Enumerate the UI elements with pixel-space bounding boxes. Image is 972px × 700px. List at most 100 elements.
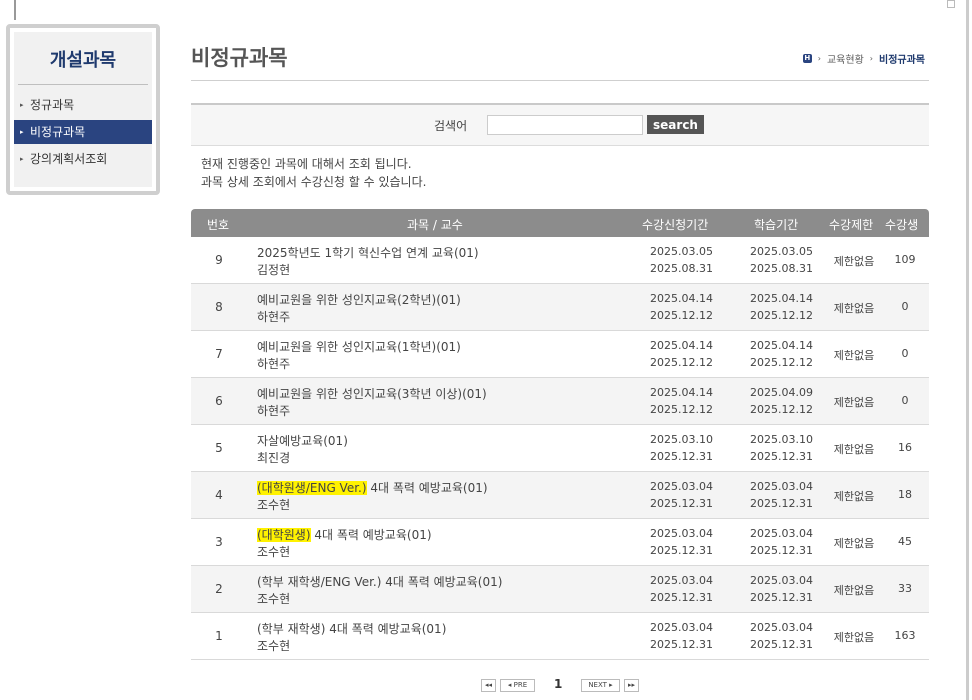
page-number-current[interactable]: 1 — [554, 677, 562, 691]
student-count: 109 — [894, 253, 916, 266]
notice-line-2: 과목 상세 조회에서 수강신청 할 수 있습니다. — [201, 175, 427, 189]
table-row[interactable]: 3 (대학원생) 4대 폭력 예방교육(01) 조수현 2025.03.04 2025.… — [191, 519, 929, 566]
header-no: 번호 — [207, 218, 230, 232]
apply-start: 2025.03.04 — [650, 574, 713, 587]
sidebar-item-0[interactable]: ▸ 정규과목 — [14, 93, 152, 117]
sidebar-item-label: 강의계획서조회 — [30, 152, 108, 166]
apply-end: 2025.12.12 — [650, 309, 713, 322]
search-label: 검색어 — [434, 119, 468, 133]
course-title: (학부 재학생) 4대 폭력 예방교육(01) — [257, 622, 447, 636]
row-number: 3 — [215, 535, 223, 549]
course-title-link[interactable]: 예비교원을 위한 성인지교육(2학년)(01) — [257, 291, 461, 308]
course-title-link[interactable]: 2025학년도 1학기 혁신수업 연계 교육(01) — [257, 244, 479, 261]
enroll-limit: 제한없음 — [833, 302, 875, 315]
professor-name: 하현주 — [257, 357, 291, 371]
apply-end: 2025.12.12 — [650, 403, 713, 416]
student-count: 18 — [898, 488, 912, 501]
apply-end: 2025.08.31 — [650, 262, 713, 275]
row-number: 7 — [215, 347, 223, 361]
course-title-link[interactable]: 예비교원을 위한 성인지교육(3학년 이상)(01) — [257, 385, 487, 402]
apply-end: 2025.12.12 — [650, 356, 713, 369]
course-title-link[interactable]: (학부 재학생) 4대 폭력 예방교육(01) — [257, 620, 446, 637]
course-title-link[interactable]: (학부 재학생/ENG Ver.) 4대 폭력 예방교육(01) — [257, 573, 502, 590]
apply-start: 2025.04.14 — [650, 292, 713, 305]
scrollbar-thumb[interactable] — [947, 0, 955, 8]
study-end: 2025.08.31 — [750, 262, 813, 275]
professor-name: 조수현 — [257, 545, 291, 559]
course-title-link[interactable]: (대학원생/ENG Ver.) 4대 폭력 예방교육(01) — [257, 479, 488, 496]
notice-text: 현재 진행중인 과목에 대해서 조회 됩니다. 과목 상세 조회에서 수강신청 … — [201, 155, 426, 191]
apply-start: 2025.03.05 — [650, 245, 713, 258]
apply-start: 2025.03.10 — [650, 433, 713, 446]
study-end: 2025.12.12 — [750, 403, 813, 416]
course-title: 예비교원을 위한 성인지교육(2학년)(01) — [257, 293, 461, 307]
table-row[interactable]: 2 (학부 재학생/ENG Ver.) 4대 폭력 예방교육(01) 조수현 2025… — [191, 566, 929, 613]
highlighted-text: (대학원생) — [257, 528, 311, 542]
chevron-right-icon: › — [869, 54, 873, 63]
table-row[interactable]: 9 2025학년도 1학기 혁신수업 연계 교육(01) 김정현 2025.03.05… — [191, 237, 929, 284]
chevron-right-icon: ▸ — [20, 128, 24, 136]
prev-page-button[interactable]: ◂ PRE — [500, 679, 535, 692]
table-row[interactable]: 8 예비교원을 위한 성인지교육(2학년)(01) 하현주 2025.04.14 202… — [191, 284, 929, 331]
enroll-limit: 제한없음 — [833, 631, 875, 644]
table-row[interactable]: 7 예비교원을 위한 성인지교육(1학년)(01) 하현주 2025.04.14 202… — [191, 331, 929, 378]
row-number: 5 — [215, 441, 223, 455]
enroll-limit: 제한없음 — [833, 255, 875, 268]
breadcrumb: H › 교육현황 › 비정규과목 — [802, 51, 925, 66]
course-title-link[interactable]: (대학원생) 4대 폭력 예방교육(01) — [257, 526, 432, 543]
professor-name: 하현주 — [257, 404, 291, 418]
next-page-button[interactable]: NEXT ▸ — [581, 679, 620, 692]
study-end: 2025.12.31 — [750, 450, 813, 463]
student-count: 163 — [894, 629, 916, 642]
study-start: 2025.03.04 — [750, 480, 813, 493]
study-start: 2025.03.04 — [750, 574, 813, 587]
student-count: 0 — [901, 347, 909, 360]
course-title: 4대 폭력 예방교육(01) — [366, 481, 488, 495]
study-start: 2025.04.14 — [750, 292, 813, 305]
sidebar-menu: ▸ 정규과목 ▸ 비정규과목 ▸ 강의계획서조회 — [14, 93, 152, 171]
window-scrollbar[interactable] — [966, 0, 969, 700]
first-page-button[interactable]: ◂◂ — [481, 679, 496, 692]
professor-name: 조수현 — [257, 592, 291, 606]
breadcrumb-parent[interactable]: 교육현황 — [827, 51, 864, 66]
search-button[interactable]: search — [647, 115, 704, 134]
row-number: 9 — [215, 253, 223, 267]
row-number: 6 — [215, 394, 223, 408]
apply-end: 2025.12.31 — [650, 544, 713, 557]
student-count: 0 — [901, 300, 909, 313]
course-title: 예비교원을 위한 성인지교육(1학년)(01) — [257, 340, 461, 354]
professor-name: 하현주 — [257, 310, 291, 324]
search-panel: 검색어 search — [191, 103, 929, 146]
course-table: 번호 과목 / 교수 수강신청기간 학습기간 수강제한 수강생 9 2025학년도… — [191, 209, 929, 660]
study-end: 2025.12.31 — [750, 497, 813, 510]
course-title: (학부 재학생/ENG Ver.) 4대 폭력 예방교육(01) — [257, 575, 503, 589]
search-input[interactable] — [487, 115, 643, 135]
table-row[interactable]: 4 (대학원생/ENG Ver.) 4대 폭력 예방교육(01) 조수현 2025.0… — [191, 472, 929, 519]
home-icon[interactable]: H — [802, 54, 812, 63]
sidebar-item-2[interactable]: ▸ 강의계획서조회 — [14, 147, 152, 171]
study-start: 2025.03.04 — [750, 621, 813, 634]
course-title-link[interactable]: 자살예방교육(01) — [257, 432, 348, 449]
student-count: 45 — [898, 535, 912, 548]
table-row[interactable]: 6 예비교원을 위한 성인지교육(3학년 이상)(01) 하현주 2025.04.14… — [191, 378, 929, 425]
study-end: 2025.12.31 — [750, 544, 813, 557]
enroll-limit: 제한없음 — [833, 537, 875, 550]
chevron-right-icon: ▸ — [20, 155, 24, 163]
table-row[interactable]: 5 자살예방교육(01) 최진경 2025.03.10 2025.12.31 2025.0… — [191, 425, 929, 472]
sidebar-item-1[interactable]: ▸ 비정규과목 — [14, 120, 152, 144]
course-title-link[interactable]: 예비교원을 위한 성인지교육(1학년)(01) — [257, 338, 461, 355]
enroll-limit: 제한없음 — [833, 396, 875, 409]
chevron-right-icon: ▸ — [20, 101, 24, 109]
row-number: 1 — [215, 629, 223, 643]
last-page-button[interactable]: ▸▸ — [624, 679, 639, 692]
title-divider — [191, 80, 929, 81]
study-end: 2025.12.31 — [750, 591, 813, 604]
student-count: 0 — [901, 394, 909, 407]
frame-left-edge — [14, 0, 16, 20]
row-number: 4 — [215, 488, 223, 502]
table-row[interactable]: 1 (학부 재학생) 4대 폭력 예방교육(01) 조수현 2025.03.04 202… — [191, 613, 929, 660]
professor-name: 김정현 — [257, 263, 291, 277]
apply-start: 2025.03.04 — [650, 527, 713, 540]
professor-name: 조수현 — [257, 498, 291, 512]
sidebar-title: 개설과목 — [49, 50, 117, 71]
